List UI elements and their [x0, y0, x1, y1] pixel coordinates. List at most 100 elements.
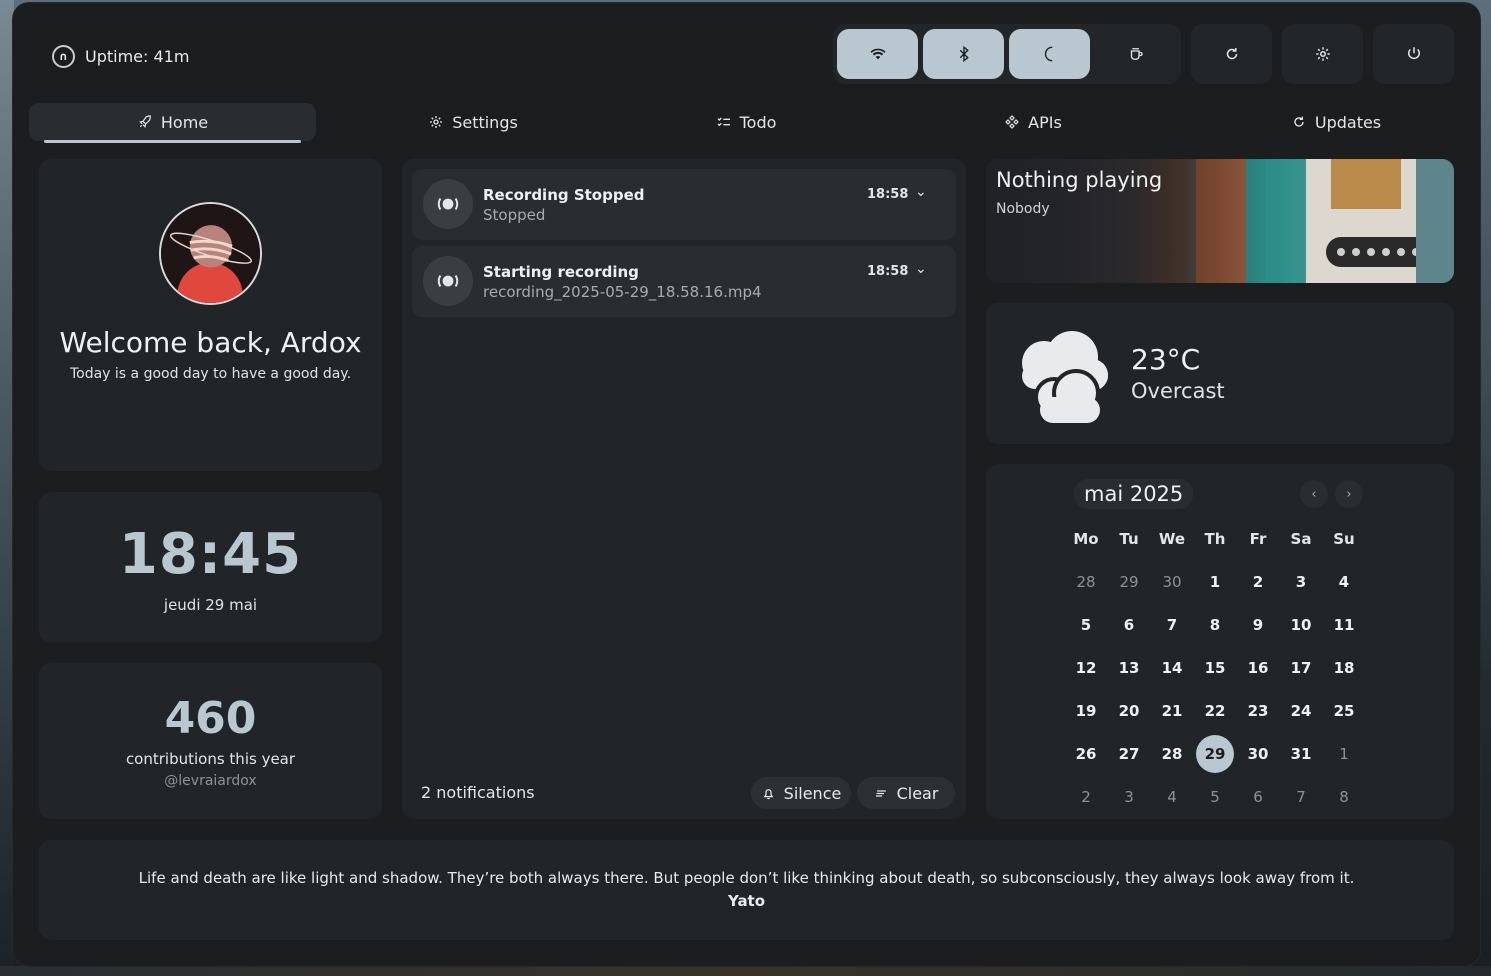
- calendar-day[interactable]: 26: [1066, 734, 1106, 774]
- calendar-day[interactable]: 8: [1195, 605, 1235, 645]
- calendar-weekday: Su: [1333, 530, 1355, 548]
- dashboard-panel: ∩ Uptime: 41m Home Settings Todo APIs Up…: [13, 3, 1480, 966]
- gear-icon: [1315, 47, 1330, 61]
- contributions-label: contributions this year: [125, 750, 296, 768]
- tab-label: Updates: [1314, 112, 1382, 132]
- night-mode-toggle[interactable]: [1009, 29, 1090, 79]
- calendar-day[interactable]: 18: [1324, 648, 1364, 688]
- record-icon: [423, 256, 473, 306]
- tab-label: Settings: [452, 112, 518, 132]
- calendar-day[interactable]: 7: [1281, 777, 1321, 817]
- calendar-day[interactable]: 9: [1238, 605, 1278, 645]
- clear-button[interactable]: Clear: [857, 777, 955, 809]
- calendar-day[interactable]: 2: [1066, 777, 1106, 817]
- tab-label: APIs: [1028, 112, 1062, 132]
- media-player-card[interactable]: Nothing playing Nobody: [986, 159, 1454, 283]
- calendar-weekday: Sa: [1290, 530, 1312, 548]
- notification-count: 2 notifications: [421, 783, 535, 802]
- wifi-icon: [870, 48, 885, 60]
- calendar-day[interactable]: 13: [1109, 648, 1149, 688]
- cloud-icon: [1022, 331, 1108, 423]
- calendar-day[interactable]: 6: [1238, 777, 1278, 817]
- notifications-card: Recording Stopped Stopped 18:58 ⌄ Starti…: [402, 159, 966, 819]
- calendar-day[interactable]: 2: [1238, 562, 1278, 602]
- media-title: Nothing playing: [996, 168, 1163, 192]
- calendar-day[interactable]: 14: [1152, 648, 1192, 688]
- tab-home[interactable]: Home: [29, 103, 316, 141]
- tab-settings[interactable]: Settings: [374, 103, 572, 141]
- avatar: [159, 202, 262, 305]
- bell-off-icon: [763, 788, 774, 799]
- calendar-day[interactable]: 23: [1238, 691, 1278, 731]
- calendar-day-today[interactable]: 29: [1196, 735, 1234, 773]
- calendar-month[interactable]: mai 2025: [1074, 479, 1194, 509]
- calendar-day[interactable]: 8: [1324, 777, 1364, 817]
- calendar-weekday: Fr: [1249, 530, 1267, 548]
- weather-condition: Overcast: [1131, 379, 1225, 403]
- calendar-day[interactable]: 3: [1281, 562, 1321, 602]
- calendar-day[interactable]: 1: [1324, 734, 1364, 774]
- calendar-day[interactable]: 7: [1152, 605, 1192, 645]
- calendar-day[interactable]: 4: [1152, 777, 1192, 817]
- record-icon: [423, 179, 473, 229]
- notification-item[interactable]: Recording Stopped Stopped 18:58 ⌄: [412, 169, 956, 240]
- calendar-day[interactable]: 16: [1238, 648, 1278, 688]
- api-icon: [1005, 115, 1020, 129]
- chevron-left-icon[interactable]: ‹: [1300, 480, 1328, 508]
- bluetooth-toggle[interactable]: [923, 29, 1004, 79]
- calendar-day[interactable]: 24: [1281, 691, 1321, 731]
- calendar-day[interactable]: 19: [1066, 691, 1106, 731]
- calendar-day[interactable]: 29: [1109, 562, 1149, 602]
- coffee-icon: [1130, 48, 1143, 60]
- silence-button[interactable]: Silence: [751, 777, 851, 809]
- calendar-day[interactable]: 15: [1195, 648, 1235, 688]
- calendar-day[interactable]: 30: [1152, 562, 1192, 602]
- calendar-day[interactable]: 27: [1109, 734, 1149, 774]
- rocket-icon: [139, 115, 151, 128]
- calendar-day[interactable]: 30: [1238, 734, 1278, 774]
- calendar-day[interactable]: 1: [1195, 562, 1235, 602]
- calendar-day[interactable]: 4: [1324, 562, 1364, 602]
- reload-button[interactable]: [1191, 24, 1272, 84]
- calendar-day[interactable]: 17: [1281, 648, 1321, 688]
- tab-apis[interactable]: APIs: [934, 103, 1132, 141]
- temperature: 23°C: [1131, 343, 1201, 376]
- notification-title: Recording Stopped: [483, 186, 645, 204]
- notification-item[interactable]: Starting recording recording_2025-05-29_…: [412, 246, 956, 317]
- calendar-day[interactable]: 3: [1109, 777, 1149, 817]
- quote-card: Life and death are like light and shadow…: [39, 840, 1454, 940]
- power-button[interactable]: [1373, 24, 1454, 84]
- distro-logo-icon: ∩: [52, 45, 75, 68]
- calendar-day[interactable]: 28: [1152, 734, 1192, 774]
- calendar-day[interactable]: 31: [1281, 734, 1321, 774]
- calendar-day[interactable]: 5: [1066, 605, 1106, 645]
- calendar-day[interactable]: 25: [1324, 691, 1364, 731]
- settings-button[interactable]: [1282, 24, 1363, 84]
- welcome-title: Welcome back, Ardox: [59, 326, 362, 359]
- calendar-day[interactable]: 11: [1324, 605, 1364, 645]
- tab-updates[interactable]: Updates: [1237, 103, 1435, 141]
- calendar-day[interactable]: 28: [1066, 562, 1106, 602]
- chevron-right-icon[interactable]: ›: [1335, 480, 1363, 508]
- active-tab-indicator: [44, 140, 301, 143]
- weather-card: 23°C Overcast: [986, 303, 1454, 444]
- silence-label: Silence: [783, 783, 842, 803]
- tab-label: Home: [160, 112, 209, 132]
- wifi-toggle[interactable]: [837, 29, 918, 79]
- tab-bar: Home Settings Todo APIs Updates: [29, 103, 1454, 145]
- contributions-card: 460 contributions this year @levraiardox: [39, 663, 382, 819]
- media-artist: Nobody: [996, 201, 1050, 217]
- calendar-day[interactable]: 5: [1195, 777, 1235, 817]
- chevron-down-icon[interactable]: ⌄: [915, 184, 927, 200]
- idle-inhibitor-toggle[interactable]: [1095, 29, 1176, 79]
- chevron-down-icon[interactable]: ⌄: [915, 261, 927, 277]
- calendar-day[interactable]: 21: [1152, 691, 1192, 731]
- calendar-day[interactable]: 10: [1281, 605, 1321, 645]
- clear-label: Clear: [896, 783, 939, 803]
- tab-todo[interactable]: Todo: [647, 103, 845, 141]
- calendar-day[interactable]: 6: [1109, 605, 1149, 645]
- calendar-day[interactable]: 22: [1195, 691, 1235, 731]
- calendar-day[interactable]: 12: [1066, 648, 1106, 688]
- calendar-day[interactable]: 20: [1109, 691, 1149, 731]
- uptime-label: Uptime: 41m: [85, 47, 190, 66]
